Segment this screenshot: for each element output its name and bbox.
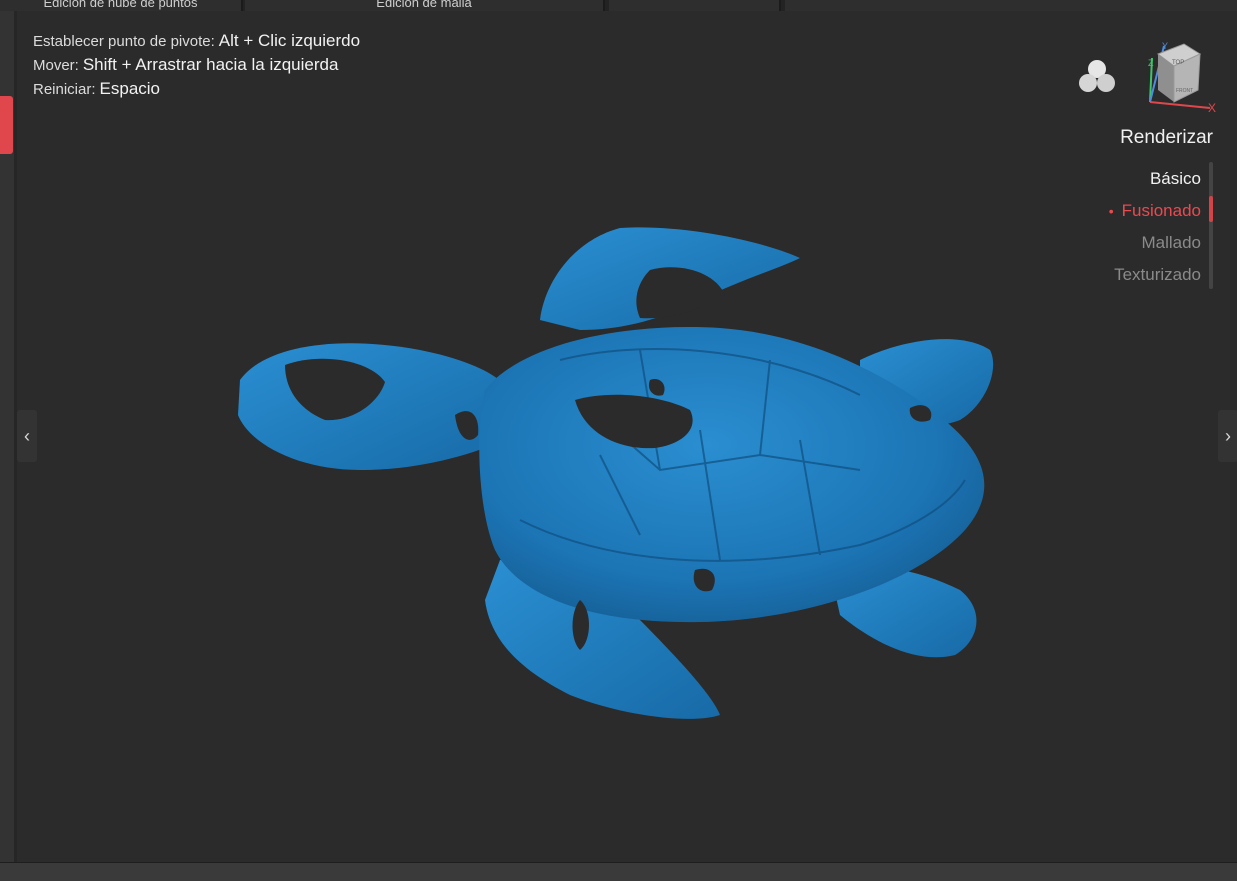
hint-reset: Reiniciar: Espacio	[33, 79, 161, 98]
circles-icon[interactable]	[1076, 58, 1118, 96]
tab-4[interactable]	[785, 0, 1237, 11]
axis-z-label: Z	[1148, 58, 1154, 68]
render-option-basic[interactable]: Básico	[1109, 163, 1201, 195]
axis-y-label: Y	[1162, 41, 1168, 51]
axis-x-label: X	[1208, 101, 1216, 115]
sidebar-collapse-tab[interactable]	[0, 96, 13, 154]
tab-mesh-edit[interactable]: Edición de malla	[245, 0, 605, 11]
view-cube-top-label: TOP	[1172, 60, 1184, 66]
render-mode-slider-thumb[interactable]	[1209, 196, 1213, 222]
tab-3[interactable]	[609, 0, 781, 11]
render-option-textured[interactable]: Texturizado	[1109, 259, 1201, 291]
bottom-bar	[0, 862, 1237, 881]
tab-bar: Edición de nube de puntos Edición de mal…	[0, 0, 1237, 11]
next-arrow-button[interactable]: ›	[1218, 410, 1237, 462]
prev-arrow-button[interactable]: ‹	[17, 410, 37, 462]
view-cube-front-label: FRONT	[1176, 88, 1193, 94]
turtle-model	[238, 227, 994, 719]
shortcut-hints: Establecer punto de pivote: Alt + Clic iz…	[33, 29, 360, 101]
render-mode-list: Básico Fusionado Mallado Texturizado	[1109, 163, 1201, 291]
render-title: Renderizar	[1120, 127, 1213, 148]
hint-pivot: Establecer punto de pivote: Alt + Clic iz…	[33, 31, 361, 50]
hint-move: Mover: Shift + Arrastrar hacia la izquier…	[33, 55, 339, 74]
tab-point-cloud-edit[interactable]: Edición de nube de puntos	[0, 0, 243, 11]
render-option-fused[interactable]: Fusionado	[1109, 195, 1201, 227]
view-cube-icon[interactable]: TOP FRONT X Y Z	[1140, 40, 1222, 116]
render-option-mesh[interactable]: Mallado	[1109, 227, 1201, 259]
3d-viewport[interactable]	[17, 11, 1237, 862]
render-mode-slider-track[interactable]	[1209, 162, 1213, 289]
